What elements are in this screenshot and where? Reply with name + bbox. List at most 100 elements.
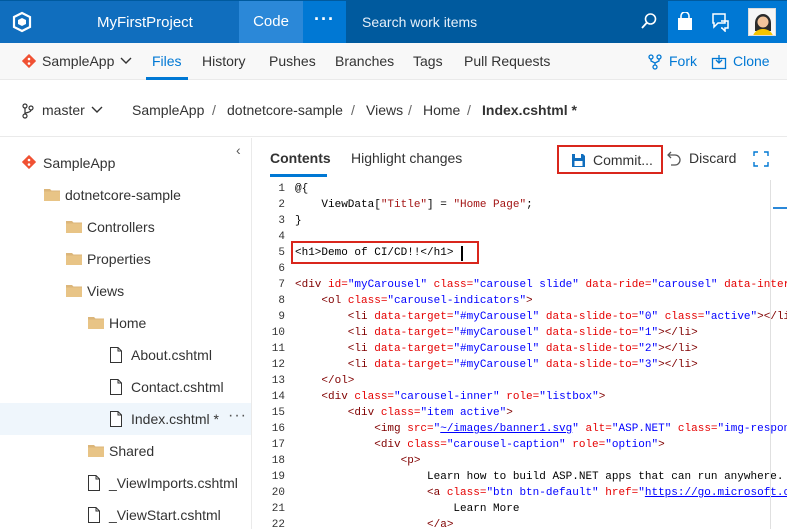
tree-item[interactable]: Controllers <box>0 211 251 243</box>
breadcrumb-item[interactable]: dotnetcore-sample <box>227 102 343 118</box>
code-editor[interactable]: 1 2 3 4 5 6 7 8 9 10 11 12 13 14 15 16 17 18 19 20 21 22 @{ V… <box>253 178 787 529</box>
tree-item[interactable]: About.cshtml <box>0 339 251 371</box>
file-icon <box>110 379 122 398</box>
tab-history[interactable]: History <box>202 53 246 69</box>
tree-item-label: Home <box>109 315 147 331</box>
minimap-marker <box>773 207 787 209</box>
tree-item[interactable]: Contact.cshtml <box>0 371 251 403</box>
avatar[interactable] <box>748 8 776 36</box>
shopping-bag-icon[interactable] <box>676 12 694 32</box>
hub-code-tab[interactable]: Code <box>239 1 303 43</box>
code-line[interactable]: Learn how to build ASP.NET apps that can… <box>295 469 783 485</box>
tree-item[interactable]: dotnetcore-sample <box>0 179 251 211</box>
tab-branches[interactable]: Branches <box>335 53 394 69</box>
breadcrumb: master SampleApp / dotnetcore-sample / V… <box>0 80 787 137</box>
line-number: 20 <box>271 487 285 499</box>
folder-icon <box>66 251 82 268</box>
code-line[interactable]: Learn More <box>295 501 519 517</box>
tree-item-label: Shared <box>109 443 155 459</box>
code-line[interactable]: <p> <box>295 453 421 469</box>
clone-icon[interactable] <box>711 54 727 70</box>
line-number: 10 <box>271 327 285 339</box>
line-number: 5 <box>278 247 285 259</box>
line-number: 9 <box>278 311 285 323</box>
help-chat-icon[interactable] <box>711 12 731 32</box>
code-line[interactable]: <a class="btn btn-default" href="https:/… <box>295 485 787 501</box>
line-number: 21 <box>271 503 285 515</box>
line-number: 16 <box>271 423 285 435</box>
tree-item[interactable]: Shared <box>0 435 251 467</box>
code-line[interactable]: ViewData["Title"] = "Home Page"; <box>295 197 532 213</box>
commit-label: Commit... <box>593 152 653 168</box>
breadcrumb-item[interactable]: Home <box>423 102 460 118</box>
code-line[interactable]: </ol> <box>295 373 354 389</box>
file-icon <box>88 475 100 494</box>
code-line[interactable]: @{ <box>295 181 308 197</box>
folder-icon <box>44 187 60 204</box>
tab-pull-requests[interactable]: Pull Requests <box>464 53 550 69</box>
code-line[interactable]: <div id="myCarousel" class="carousel sli… <box>295 277 787 293</box>
azure-devops-logo-icon[interactable] <box>0 1 43 43</box>
tree-item[interactable]: SampleApp <box>0 147 251 179</box>
repo-bar: SampleApp Files History Pushes Branches … <box>0 43 787 80</box>
clone-button[interactable]: Clone <box>733 53 770 69</box>
line-number: 2 <box>278 199 285 211</box>
code-line[interactable]: <li data-target="#myCarousel" data-slide… <box>295 309 787 325</box>
more-hubs-icon[interactable]: ··· <box>303 1 346 43</box>
search-box[interactable]: Search work items <box>346 1 668 43</box>
highlight-box <box>291 241 479 264</box>
text-cursor <box>461 246 463 261</box>
tree-item[interactable]: Home <box>0 307 251 339</box>
repo-selector[interactable]: SampleApp <box>42 53 114 69</box>
branch-selector[interactable]: master <box>42 102 85 118</box>
code-line[interactable]: </a> <box>295 517 453 529</box>
tree-item-label: Properties <box>87 251 151 267</box>
tab-contents[interactable]: Contents <box>270 150 331 166</box>
code-line[interactable]: <li data-target="#myCarousel" data-slide… <box>295 341 698 357</box>
code-line[interactable]: <div class="carousel-caption" role="opti… <box>295 437 664 453</box>
search-input[interactable]: Search work items <box>362 14 477 30</box>
file-icon <box>88 507 100 526</box>
fork-button[interactable]: Fork <box>669 53 697 69</box>
tree-item-label: dotnetcore-sample <box>65 187 181 203</box>
code-line[interactable]: <img src="~/images/banner1.svg" alt="ASP… <box>295 421 787 437</box>
line-number: 11 <box>271 343 285 355</box>
editor-toolbar: Contents Highlight changes Commit... Dis… <box>253 138 787 178</box>
chevron-down-icon[interactable] <box>91 106 103 114</box>
fork-icon[interactable] <box>648 54 662 70</box>
commit-button[interactable]: Commit... <box>557 145 663 174</box>
tab-tags[interactable]: Tags <box>413 53 443 69</box>
tree-item[interactable]: Properties <box>0 243 251 275</box>
tree-item-label: SampleApp <box>43 155 116 171</box>
tab-pushes[interactable]: Pushes <box>269 53 316 69</box>
code-line[interactable]: } <box>295 213 302 229</box>
fullscreen-icon[interactable] <box>753 151 769 167</box>
file-tree: ‹ SampleApp dotnetcore-sample Controllers P… <box>0 138 252 529</box>
tree-item[interactable]: _ViewImports.cshtml <box>0 467 251 499</box>
line-number: 6 <box>278 263 285 275</box>
tree-item[interactable]: Views <box>0 275 251 307</box>
line-number: 22 <box>271 519 285 529</box>
line-number: 1 <box>278 183 285 195</box>
search-icon[interactable] <box>640 12 658 30</box>
code-line[interactable]: <li data-target="#myCarousel" data-slide… <box>295 325 698 341</box>
tab-highlight-changes[interactable]: Highlight changes <box>351 150 462 166</box>
line-number: 7 <box>278 279 285 291</box>
breadcrumb-item[interactable]: Views <box>366 102 403 118</box>
breadcrumb-item[interactable]: SampleApp <box>132 102 204 118</box>
chevron-down-icon[interactable] <box>120 57 132 65</box>
code-line[interactable]: <ol class="carousel-indicators"> <box>295 293 532 309</box>
tab-files[interactable]: Files <box>152 53 182 69</box>
tree-item-label: Contact.cshtml <box>131 379 224 395</box>
project-selector[interactable]: MyFirstProject <box>43 1 271 43</box>
tree-item[interactable]: _ViewStart.cshtml <box>0 499 251 529</box>
code-line[interactable]: <li data-target="#myCarousel" data-slide… <box>295 357 698 373</box>
minimap[interactable] <box>770 180 787 529</box>
undo-icon[interactable] <box>667 150 681 166</box>
more-actions-icon[interactable]: ··· <box>228 407 247 425</box>
tree-item[interactable]: Index.cshtml * ··· <box>0 403 251 435</box>
code-line[interactable]: <div class="carousel-inner" role="listbo… <box>295 389 605 405</box>
line-number: 19 <box>271 471 285 483</box>
code-line[interactable]: <div class="item active"> <box>295 405 513 421</box>
discard-button[interactable]: Discard <box>689 150 736 166</box>
